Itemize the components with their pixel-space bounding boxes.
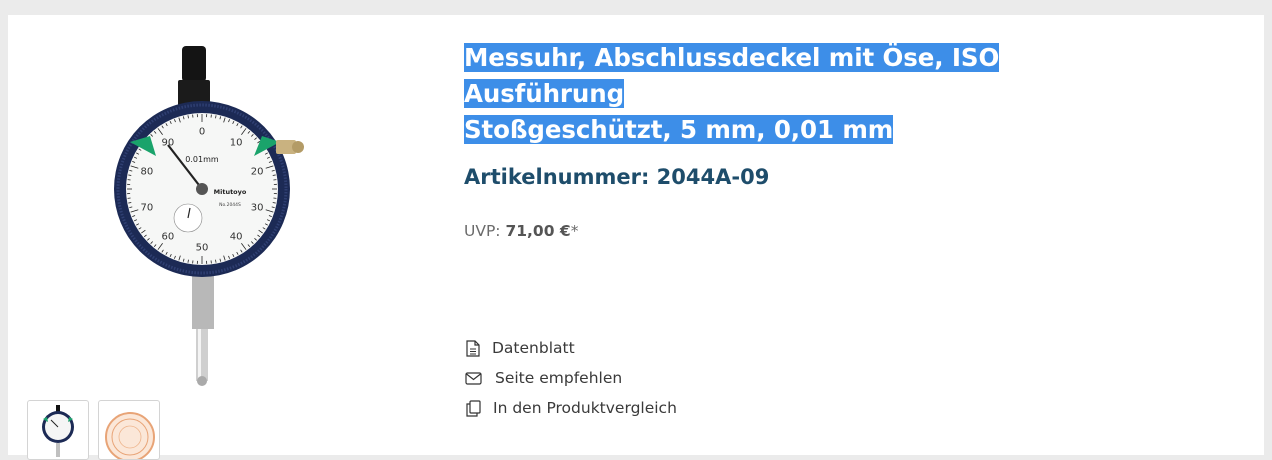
dial-tick [188, 115, 189, 118]
product-title-line-1: Messuhr, Abschlussdeckel mit Öse, ISO [464, 43, 999, 72]
dial-number: 40 [230, 231, 243, 242]
product-title: Messuhr, Abschlussdeckel mit Öse, ISO Au… [464, 40, 1064, 148]
article-number: Artikelnummer: 2044A-09 [464, 165, 769, 189]
thumbnail-gauge[interactable] [27, 400, 89, 460]
gauge-brand: Mitutoyo [214, 188, 247, 196]
document-icon [464, 339, 482, 357]
product-gallery: 0 10 20 30 40 50 60 70 80 90 0.01mm Mitutoyo No.2… [8, 15, 448, 455]
article-number-value: 2044A-09 [657, 165, 770, 189]
price-label: UVP: [464, 222, 501, 240]
dial-tick [215, 260, 216, 263]
recommend-page-link[interactable]: Seite empfehlen [464, 363, 677, 393]
dial-number: 80 [140, 167, 153, 178]
product-title-line-2: Ausführung [464, 79, 624, 108]
dial-number: 30 [251, 202, 264, 213]
dial-number: 70 [140, 202, 153, 213]
price-rrp: UVP: 71,00 €* [464, 222, 578, 240]
thumbnail-certificate[interactable] [98, 400, 160, 460]
dial-tick [188, 260, 189, 263]
product-card: 0 10 20 30 40 50 60 70 80 90 0.01mm Mitutoyo No.2… [8, 15, 1264, 455]
gauge-resolution: 0.01mm [185, 155, 219, 164]
envelope-icon [464, 369, 482, 387]
dial-tick [128, 175, 131, 176]
article-number-label: Artikelnummer: [464, 165, 649, 189]
price-asterisk: * [571, 222, 579, 240]
product-title-line-3: Stoßgeschützt, 5 mm, 0,01 mm [464, 115, 893, 144]
compare-icon [464, 399, 482, 417]
dial-tick [128, 202, 131, 203]
dial-number: 20 [251, 167, 264, 178]
compare-link[interactable]: In den Produktvergleich [464, 393, 677, 423]
product-main-image[interactable]: 0 10 20 30 40 50 60 70 80 90 0.01mm Mitutoyo No.2… [104, 44, 304, 389]
dial-tick [273, 175, 276, 176]
dial-number: 10 [230, 138, 243, 149]
dial-number: 0 [199, 127, 205, 138]
product-actions: Datenblatt Seite empfehlen In den Produk… [464, 333, 677, 423]
recommend-page-label: Seite empfehlen [495, 369, 622, 387]
compare-label: In den Produktvergleich [493, 399, 677, 417]
dial-tick [215, 115, 216, 118]
price-value: 71,00 € [505, 222, 570, 240]
dial-tick [273, 202, 276, 203]
dial-number: 60 [162, 231, 175, 242]
gauge-model: No.2044S [219, 202, 241, 208]
dial-number: 90 [162, 138, 175, 149]
datasheet-link[interactable]: Datenblatt [464, 333, 677, 363]
dial-number: 50 [196, 243, 209, 254]
datasheet-label: Datenblatt [492, 339, 575, 357]
